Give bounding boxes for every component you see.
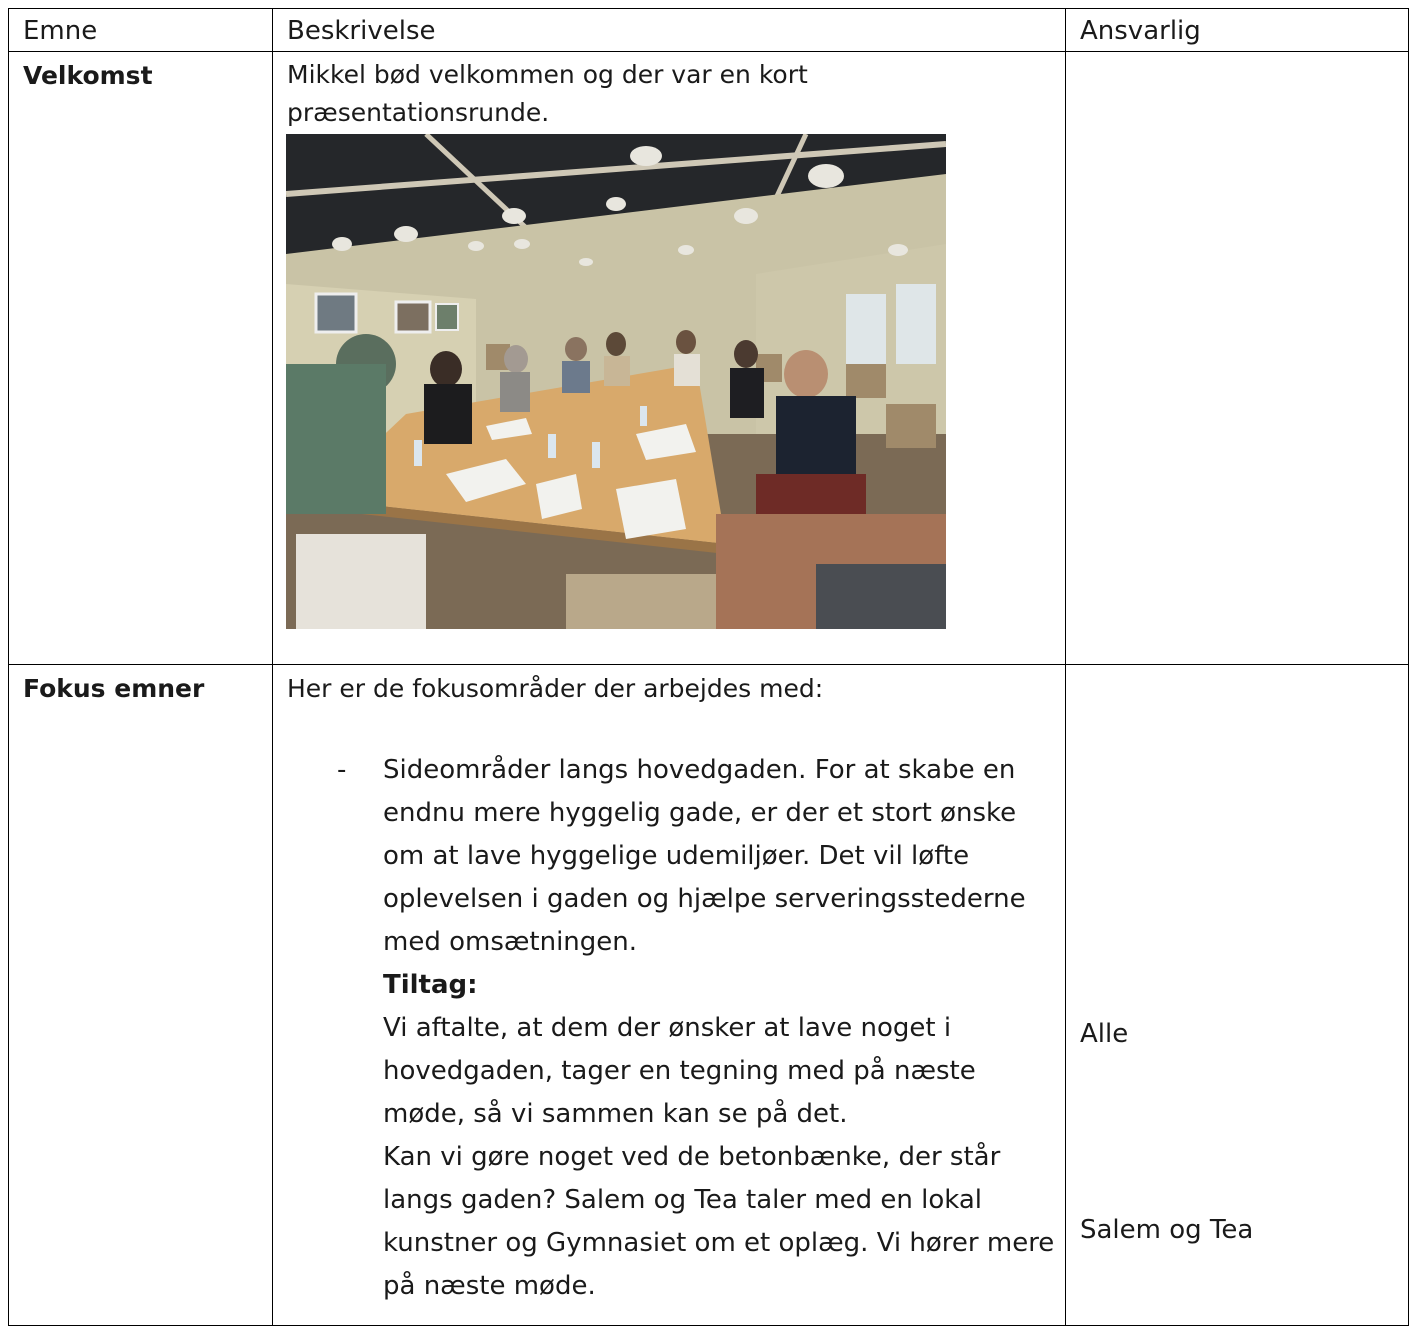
focus-intro: Her er de fokusområder der arbejdes med: (287, 674, 824, 703)
tiltag-item-1: Vi aftalte, at dem der ønsker at lave no… (383, 1013, 976, 1129)
table-header-row: Emne Beskrivelse Ansvarlig (8, 8, 1409, 52)
description-cell: Her er de fokusområder der arbejdes med:… (272, 664, 1066, 1326)
welcome-description: Mikkel bød velkommen og der var en kort … (287, 60, 808, 127)
description-cell: Mikkel bød velkommen og der var en kort … (272, 51, 1066, 665)
header-cell-description: Beskrivelse (272, 8, 1066, 52)
header-responsible-label: Ansvarlig (1080, 16, 1201, 46)
header-cell-topic: Emne (8, 8, 273, 52)
topic-cell: Fokus emner (8, 664, 273, 1326)
tiltag-item-2: Kan vi gøre noget ved de betonbænke, der… (383, 1142, 1055, 1301)
meeting-photo (286, 134, 946, 629)
responsible-all: Alle (1080, 1019, 1129, 1049)
table-row: Fokus emner Her er de fokusområder der a… (8, 664, 1409, 1326)
responsible-cell (1065, 51, 1409, 665)
header-topic-label: Emne (23, 16, 98, 46)
meeting-minutes-page: Emne Beskrivelse Ansvarlig Velkomst Mikk… (0, 0, 1409, 1326)
topic-focus: Fokus emner (23, 674, 205, 703)
header-cell-responsible: Ansvarlig (1065, 8, 1409, 52)
bullet-text: Sideområder langs hovedgaden. For at ska… (383, 755, 1026, 957)
bullet-dash-icon: - (337, 755, 347, 785)
topic-cell: Velkomst (8, 51, 273, 665)
focus-bullet: - Sideområder langs hovedgaden. For at s… (273, 749, 1063, 1308)
header-description-label: Beskrivelse (287, 16, 436, 46)
responsible-cell: Alle Salem og Tea (1065, 664, 1409, 1326)
topic-welcome: Velkomst (23, 61, 153, 90)
minutes-table: Emne Beskrivelse Ansvarlig Velkomst Mikk… (8, 8, 1409, 1326)
tiltag-heading: Tiltag: (383, 970, 478, 1000)
responsible-salem-tea: Salem og Tea (1080, 1215, 1254, 1245)
table-row: Velkomst Mikkel bød velkommen og der var… (8, 51, 1409, 665)
